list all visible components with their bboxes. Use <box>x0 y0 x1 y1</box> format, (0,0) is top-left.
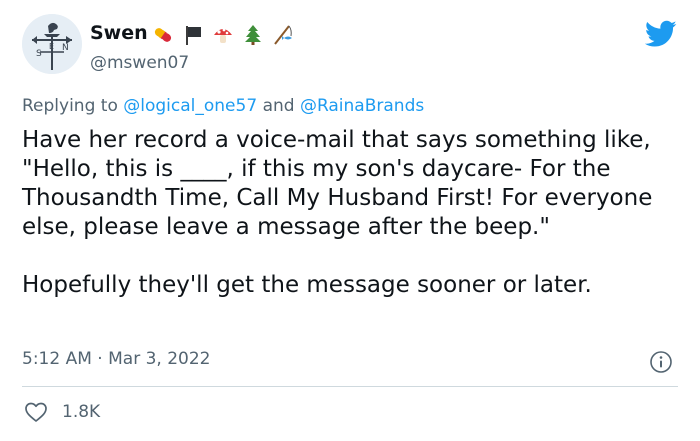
like-action[interactable]: 1.8K <box>24 400 100 424</box>
svg-text:E: E <box>49 42 54 51</box>
divider <box>22 386 678 387</box>
meta-separator: · <box>97 349 103 369</box>
like-count: 1.8K <box>62 402 101 422</box>
heart-icon[interactable] <box>24 400 48 424</box>
name-emojis <box>152 22 294 48</box>
replying-to-label: Replying to <box>22 96 118 116</box>
replying-to: Replying to @logical_one57 and @RainaBra… <box>22 96 424 116</box>
fishing-pole-icon <box>272 24 294 46</box>
replying-to-joiner: and <box>262 96 295 116</box>
info-icon[interactable] <box>649 350 673 374</box>
svg-text:N: N <box>62 43 69 53</box>
tweet-date: Mar 3, 2022 <box>108 349 211 369</box>
mushroom-icon <box>212 24 234 46</box>
mention-link[interactable]: @RainaBrands <box>300 96 424 116</box>
tweet-timestamp[interactable]: 5:12 AM · Mar 3, 2022 <box>22 349 210 369</box>
twitter-bird-icon <box>645 20 677 47</box>
svg-text:S: S <box>36 49 42 59</box>
black-flag-icon <box>182 24 204 46</box>
user-handle[interactable]: @mswen07 <box>90 53 189 73</box>
pill-icon <box>152 24 174 46</box>
display-name[interactable]: Swen <box>90 22 148 44</box>
weather-vane-icon: S E N <box>22 14 82 74</box>
tweet-time: 5:12 AM <box>22 349 92 369</box>
avatar[interactable]: S E N <box>22 14 82 74</box>
tweet-text: Have her record a voice-mail that says s… <box>22 127 653 298</box>
christmas-tree-icon <box>242 24 264 46</box>
mention-link[interactable]: @logical_one57 <box>123 96 257 116</box>
